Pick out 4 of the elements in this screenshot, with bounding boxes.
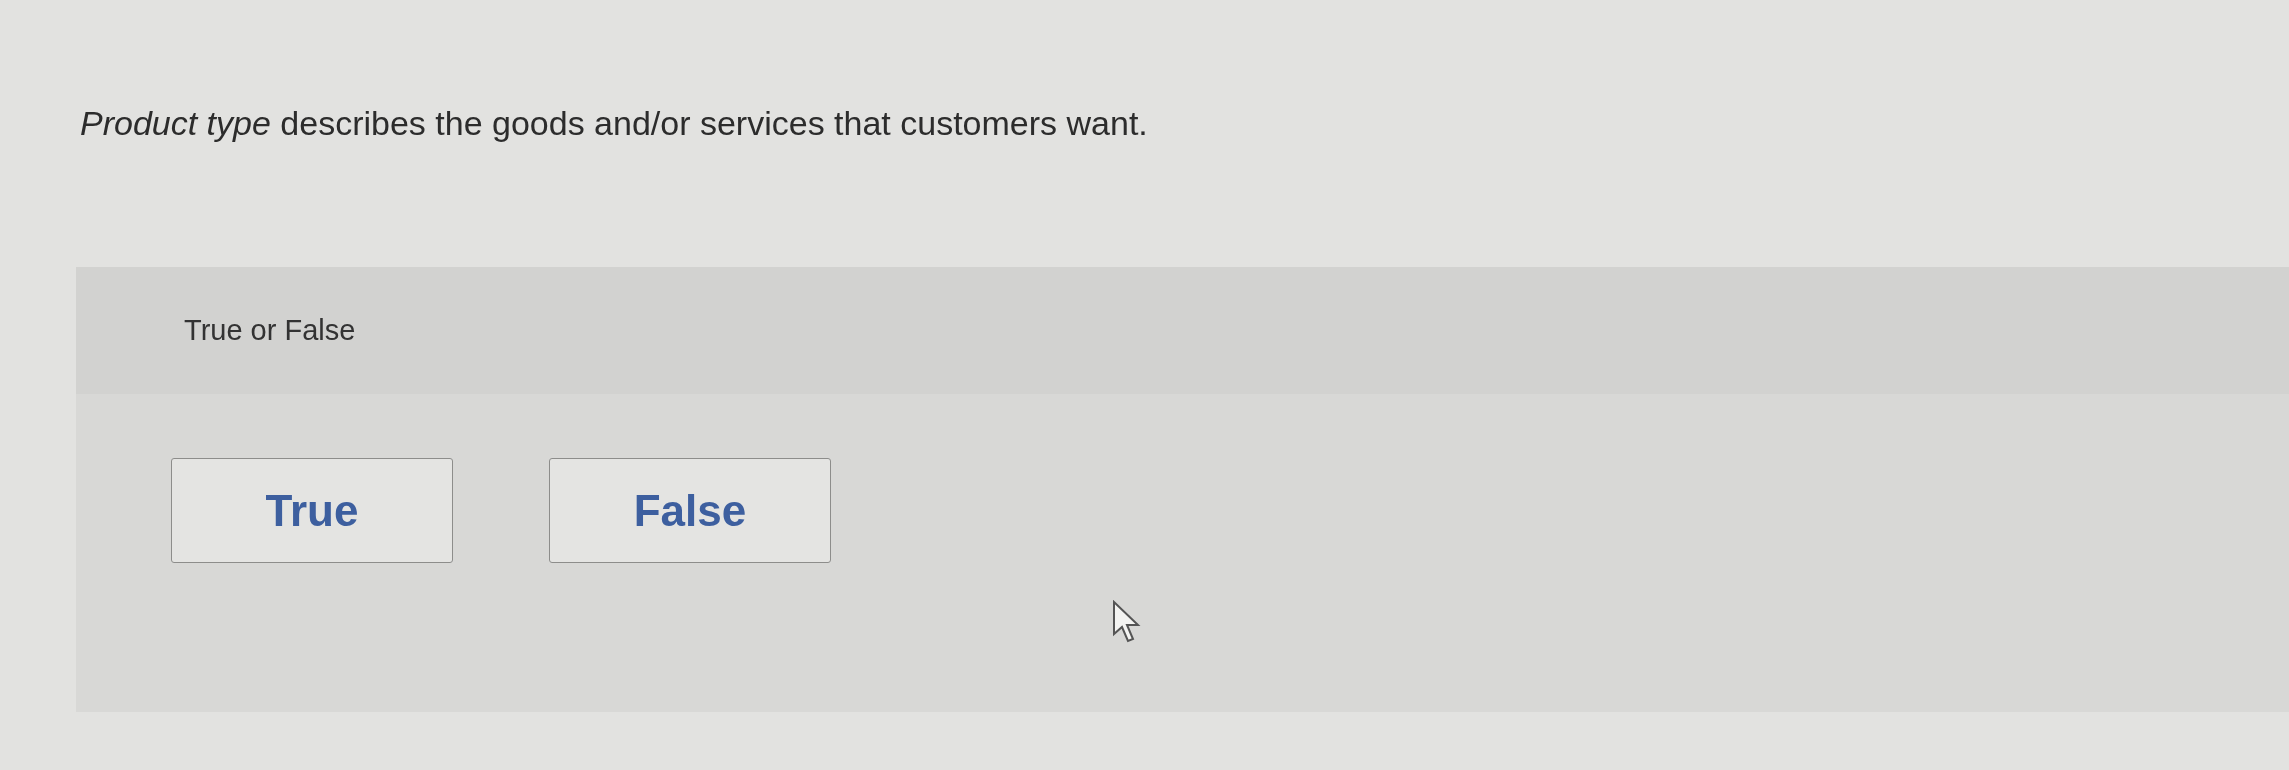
question-text: Product type describes the goods and/or services that customers want. — [80, 104, 1149, 143]
answer-option[interactable]: False — [549, 458, 831, 563]
prompt-label: True or False — [184, 314, 356, 347]
answer-option[interactable]: True — [171, 458, 453, 563]
